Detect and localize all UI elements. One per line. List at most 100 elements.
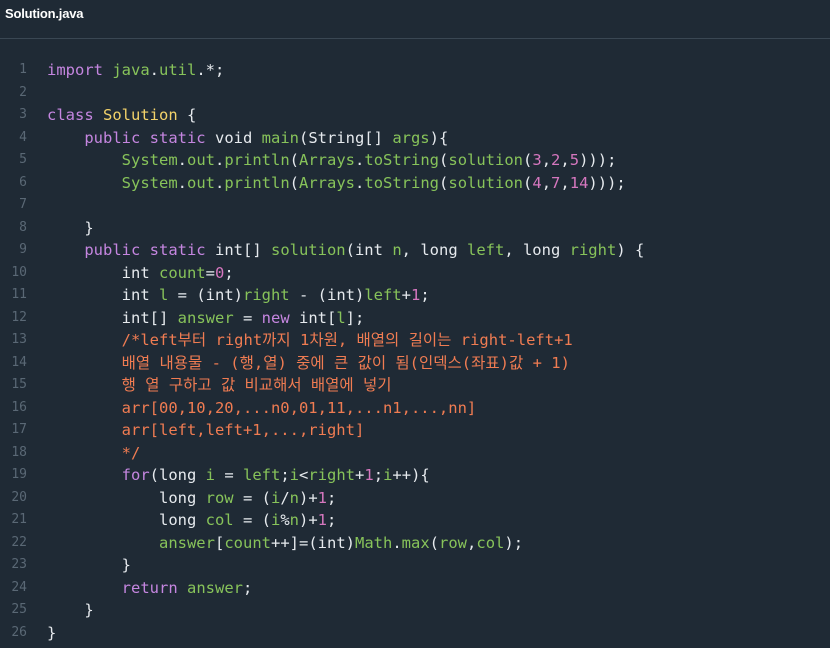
code-token: row <box>439 533 468 552</box>
code-line[interactable]: 26} <box>0 622 830 645</box>
code-token: < <box>299 466 309 484</box>
code-token: solution <box>448 173 524 192</box>
code-line[interactable]: 10 int count=0; <box>0 262 830 285</box>
code-area[interactable]: 1 import java.util.*; 2 3 class Solution {4 … <box>0 59 830 644</box>
code-token: )+ <box>299 511 318 529</box>
code-text: } <box>47 554 131 577</box>
code-token: left <box>243 466 281 484</box>
code-token: right <box>569 241 617 259</box>
code-line[interactable]: 1 import java.util.*; <box>0 59 830 82</box>
code-token: ( <box>523 173 533 192</box>
code-line[interactable]: 4 public static void main(String[] args)… <box>0 127 830 150</box>
code-line[interactable]: 18 */ <box>0 442 830 465</box>
code-token: ; <box>243 578 253 597</box>
code-token: main <box>261 128 299 147</box>
line-number: 5 <box>19 152 27 167</box>
code-line[interactable]: 23 } <box>0 554 830 577</box>
code-token: = <box>233 308 262 327</box>
code-editor[interactable]: Solution.java 1 import java.util.*; 2 3 clas… <box>0 0 830 648</box>
code-token: 14 <box>569 173 589 192</box>
code-line[interactable]: 22 answer[count++]=(int)Math.max(row,col… <box>0 532 830 555</box>
code-line[interactable]: 14 배열 내용물 - (행,열) 중에 큰 값이 됨(인덱스(좌표)값 + 1… <box>0 352 830 375</box>
code-token: 2 <box>551 151 561 169</box>
code-text: */ <box>47 442 141 465</box>
code-text: int count=0; <box>47 262 234 285</box>
code-token: ( <box>523 151 533 169</box>
code-token: ))); <box>579 151 617 169</box>
code-line[interactable]: 24 return answer; <box>0 577 830 600</box>
code-token: answer <box>187 578 243 597</box>
code-line[interactable]: 5 System.out.println(Arrays.toString(sol… <box>0 149 830 172</box>
code-token: arr[00,10,20,...n0,01,11,...n1,...,nn] <box>121 398 477 417</box>
code-line[interactable]: 8 } <box>0 217 830 240</box>
code-line[interactable]: 11 int l = (int)right - (int)left+1; <box>0 284 830 307</box>
code-token: ); <box>504 533 524 552</box>
code-token: public static <box>84 241 206 259</box>
code-text: int[] answer = new int[l]; <box>47 307 365 330</box>
code-token: row <box>205 488 234 507</box>
code-token: (int <box>345 241 393 259</box>
code-token: ; <box>280 466 290 484</box>
code-token: . <box>392 533 402 552</box>
line-number: 24 <box>11 579 27 595</box>
code-line[interactable]: 19 for(long i = left;i<right+1;i++){ <box>0 464 830 487</box>
code-line[interactable]: 15 행 열 구하고 값 비교해서 배열에 넣기 <box>0 374 830 397</box>
line-number: 21 <box>11 512 27 527</box>
code-line[interactable]: 6 System.out.println(Arrays.toString(sol… <box>0 172 830 195</box>
code-line[interactable]: 21 long col = (i%n)+1; <box>0 509 830 532</box>
code-token: System <box>121 173 178 192</box>
code-token: . <box>149 61 160 79</box>
code-token: count <box>224 533 271 552</box>
code-token: Solution <box>103 106 178 124</box>
code-token: } <box>47 218 94 237</box>
line-number: 25 <box>11 602 27 617</box>
line-number: 15 <box>11 377 27 392</box>
code-token: 1 <box>364 466 374 484</box>
code-token: ( <box>289 173 300 192</box>
code-line[interactable]: 2 <box>0 82 830 105</box>
code-text: 행 열 구하고 값 비교해서 배열에 넣기 <box>47 374 392 397</box>
code-token: for <box>121 466 150 484</box>
code-token: return <box>121 578 178 597</box>
code-token: col <box>476 533 505 552</box>
code-token: ; <box>420 286 430 304</box>
code-token: right <box>242 286 290 304</box>
code-token: max <box>401 533 430 552</box>
code-token: println <box>224 151 290 169</box>
code-line[interactable]: 3 class Solution { <box>0 104 830 127</box>
code-token: i <box>270 511 281 529</box>
code-text: class Solution { <box>47 104 196 127</box>
code-token: long <box>47 511 206 529</box>
code-token: . <box>177 151 187 169</box>
line-number: 3 <box>19 107 27 122</box>
code-token: args <box>392 128 430 147</box>
code-text: System.out.println(Arrays.toString(solut… <box>47 172 626 195</box>
line-number: 20 <box>11 489 27 505</box>
line-number: 8 <box>19 219 27 235</box>
code-token: , <box>541 173 552 192</box>
code-token: ( <box>439 151 449 169</box>
code-line[interactable]: 7 <box>0 194 830 217</box>
code-token: . <box>215 151 225 169</box>
code-line[interactable]: 13 /*left부터 right까지 1차원, 배열의 길이는 right-l… <box>0 329 830 352</box>
code-token: System <box>121 151 178 169</box>
code-line[interactable]: 16 arr[00,10,20,...n0,01,11,...n1,...,nn… <box>0 397 830 420</box>
file-tab-title[interactable]: Solution.java <box>5 6 84 21</box>
line-number: 18 <box>11 444 27 460</box>
code-line[interactable]: 20 long row = (i/n)+1; <box>0 487 830 510</box>
code-line[interactable]: 17 arr[left,left+1,...,right] <box>0 419 830 442</box>
code-line[interactable]: 9 public static int[] solution(int n, lo… <box>0 239 830 262</box>
code-token: i <box>383 466 393 484</box>
code-line[interactable]: 12 int[] answer = new int[l]; <box>0 307 830 330</box>
code-token: l <box>336 308 346 327</box>
code-line[interactable]: 25 } <box>0 599 830 622</box>
code-text: answer[count++]=(int)Math.max(row,col); <box>47 532 523 555</box>
code-token: 1 <box>410 286 421 304</box>
